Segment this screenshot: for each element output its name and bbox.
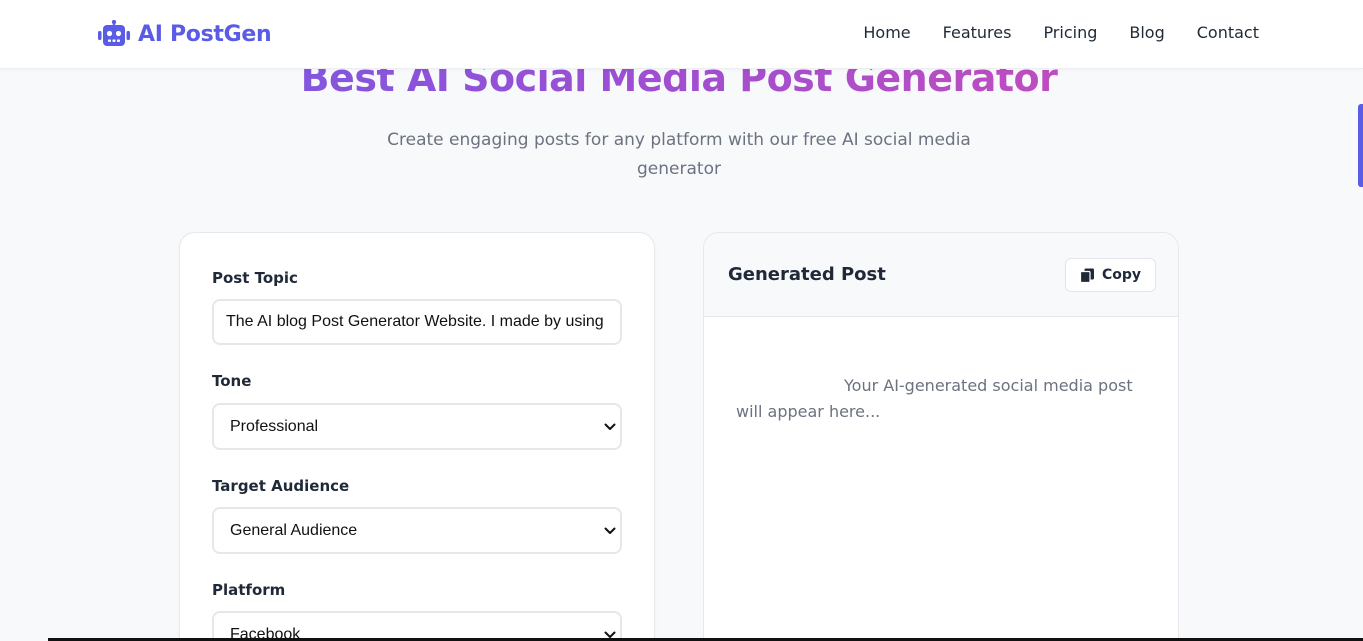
nav-contact[interactable]: Contact bbox=[1197, 23, 1259, 43]
robot-icon bbox=[98, 20, 130, 46]
nav-features[interactable]: Features bbox=[943, 23, 1012, 43]
page: AI PostGen Home Features Pricing Blog Co… bbox=[0, 0, 1363, 641]
generated-post-card: Generated Post Copy Your AI-generated so… bbox=[703, 232, 1179, 641]
audience-selected-value: General Audience bbox=[230, 521, 358, 539]
output-placeholder: Your AI-generated social media post will… bbox=[736, 376, 1133, 421]
output-header: Generated Post Copy bbox=[704, 233, 1178, 317]
target-audience-select[interactable]: General Audience bbox=[212, 507, 622, 554]
scroll-indicator bbox=[1358, 104, 1363, 187]
navbar: AI PostGen Home Features Pricing Blog Co… bbox=[0, 0, 1363, 69]
copy-icon bbox=[1079, 268, 1094, 283]
generated-post-title: Generated Post bbox=[728, 264, 886, 285]
copy-button-label: Copy bbox=[1101, 267, 1142, 283]
platform-label: Platform bbox=[212, 581, 286, 599]
brand-logo[interactable]: AI PostGen bbox=[98, 19, 272, 49]
platform-select[interactable]: Facebook bbox=[212, 611, 622, 641]
post-topic-label: Post Topic bbox=[212, 269, 298, 287]
target-audience-label: Target Audience bbox=[212, 477, 350, 495]
hero-subtitle: Create engaging posts for any platform w… bbox=[387, 130, 971, 179]
main-nav: Home Features Pricing Blog Contact bbox=[863, 23, 1259, 43]
tone-select[interactable]: Professional bbox=[212, 403, 622, 450]
tone-label: Tone bbox=[212, 372, 252, 390]
copy-button[interactable]: Copy bbox=[1065, 258, 1156, 292]
nav-pricing[interactable]: Pricing bbox=[1043, 23, 1097, 43]
post-topic-input[interactable] bbox=[212, 299, 622, 345]
brand-name: AI PostGen bbox=[138, 21, 272, 47]
chevron-down-icon bbox=[604, 527, 616, 534]
tone-selected-value: Professional bbox=[230, 417, 319, 435]
nav-home[interactable]: Home bbox=[863, 23, 910, 43]
nav-blog[interactable]: Blog bbox=[1129, 23, 1164, 43]
post-form-card: Post Topic Tone Professional Target Audi… bbox=[179, 232, 655, 641]
chevron-down-icon bbox=[604, 423, 616, 430]
